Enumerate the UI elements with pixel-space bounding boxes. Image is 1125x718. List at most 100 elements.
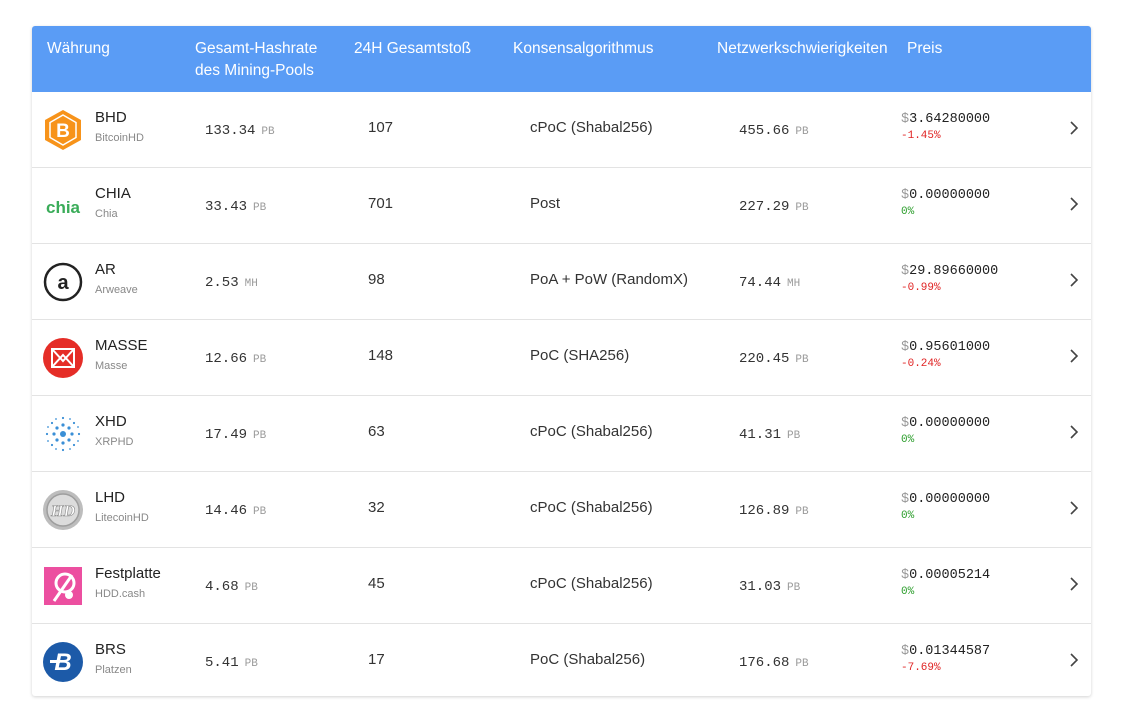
currency-symbol: AR (95, 261, 116, 278)
price-cell: $0.01344587 (901, 644, 990, 659)
currency-sign: $ (901, 492, 910, 507)
difficulty-value: 41.31 (739, 427, 782, 443)
price-cell: $0.95601000 (901, 340, 990, 355)
blocks-cell: 107 (368, 119, 394, 136)
price-value: 0.00000000 (909, 492, 991, 507)
price-cell: $0.00000000 (901, 188, 990, 203)
difficulty-cell: 126.89 PB (739, 501, 809, 519)
table-row[interactable]: MASSE Masse 12.66 PB 148 PoC (SHA256) 220… (32, 320, 1091, 396)
currency-name: XRPHD (95, 436, 134, 448)
hashrate-unit: MH (244, 278, 258, 290)
chevron-right-icon[interactable] (1066, 348, 1082, 364)
price-value: 0.95601000 (909, 340, 991, 355)
difficulty-cell: 31.03 PB (739, 577, 800, 595)
hashrate-unit: PB (261, 126, 275, 138)
blocks-cell: 148 (368, 347, 394, 364)
hddcash-logo-icon (42, 565, 84, 607)
difficulty-cell: 220.45 PB (739, 349, 809, 367)
price-change: 0% (901, 206, 915, 218)
currency-name: Platzen (95, 664, 132, 676)
difficulty-cell: 74.44 MH (739, 273, 800, 291)
blocks-cell: 63 (368, 423, 385, 440)
table-row[interactable]: B BHD BitcoinHD 133.34 PB 107 cPoC (Shaba… (32, 92, 1091, 168)
xrphd-logo-icon (42, 413, 84, 455)
currency-symbol: MASSE (95, 337, 148, 354)
hashrate-header-line2: des Mining-Pools (195, 62, 314, 79)
difficulty-unit: PB (795, 126, 809, 138)
algorithm-cell: cPoC (Shabal256) (530, 575, 653, 592)
difficulty-value: 74.44 (739, 275, 782, 291)
chevron-right-icon[interactable] (1066, 272, 1082, 288)
currency-symbol: LHD (95, 489, 126, 506)
chevron-right-icon[interactable] (1066, 652, 1082, 668)
svg-text:B: B (56, 121, 70, 142)
price-change: 0% (901, 586, 915, 598)
currency-name: BitcoinHD (95, 132, 144, 144)
chevron-right-icon[interactable] (1066, 120, 1082, 136)
table-row[interactable]: HD LHD LitecoinHD 14.46 PB 32 cPoC (Shaba… (32, 472, 1091, 548)
table-row[interactable]: XHD XRPHD 17.49 PB 63 cPoC (Shabal256) 41… (32, 396, 1091, 472)
chevron-right-icon[interactable] (1066, 424, 1082, 440)
price-cell: $29.89660000 (901, 264, 998, 279)
blocks-cell: 701 (368, 195, 394, 212)
difficulty-value: 176.68 (739, 655, 790, 671)
svg-text:HD: HD (50, 503, 75, 520)
column-header-blocks[interactable]: 24H Gesamtstoß (354, 38, 471, 60)
currency-sign: $ (901, 264, 910, 279)
price-value: 29.89660000 (909, 264, 999, 279)
price-value: 0.00000000 (909, 188, 991, 203)
algorithm-cell: Post (530, 195, 561, 212)
table-row[interactable]: a AR Arweave 2.53 MH 98 PoA + PoW (Random… (32, 244, 1091, 320)
mining-pool-table: Währung Gesamt-Hashrate des Mining-Pools… (32, 26, 1091, 696)
litecoinhd-logo-icon: HD (42, 489, 84, 531)
chevron-right-icon[interactable] (1066, 196, 1082, 212)
difficulty-value: 220.45 (739, 351, 790, 367)
table-row[interactable]: Festplatte HDD.cash 4.68 PB 45 cPoC (Shab… (32, 548, 1091, 624)
hashrate-unit: PB (253, 506, 267, 518)
column-header-price[interactable]: Preis (907, 38, 942, 60)
column-header-difficulty[interactable]: Netzwerkschwierigkeiten (717, 38, 888, 60)
bitcoinhd-logo-icon: B (42, 109, 84, 151)
hashrate-value: 133.34 (205, 123, 256, 139)
column-header-algorithm[interactable]: Konsensalgorithmus (513, 38, 653, 60)
price-change: 0% (901, 434, 915, 446)
algorithm-cell: PoC (Shabal256) (530, 651, 646, 668)
currency-sign: $ (901, 568, 910, 583)
currency-symbol: Festplatte (95, 565, 161, 582)
price-change: -0.99% (901, 282, 941, 294)
hashrate-cell: 2.53 MH (205, 273, 258, 291)
chevron-right-icon[interactable] (1066, 576, 1082, 592)
table-row[interactable]: chia CHIA Chia 33.43 PB 701 Post 227.29 PB… (32, 168, 1091, 244)
hashrate-cell: 33.43 PB (205, 197, 266, 215)
hashrate-cell: 133.34 PB (205, 121, 275, 139)
difficulty-unit: PB (795, 354, 809, 366)
price-change: -0.24% (901, 358, 941, 370)
hashrate-value: 17.49 (205, 427, 248, 443)
blocks-cell: 98 (368, 271, 385, 288)
algorithm-cell: PoA + PoW (RandomX) (530, 271, 688, 288)
blocks-cell: 17 (368, 651, 385, 668)
hashrate-cell: 5.41 PB (205, 653, 258, 671)
currency-sign: $ (901, 188, 910, 203)
chevron-right-icon[interactable] (1066, 500, 1082, 516)
difficulty-unit: PB (795, 658, 809, 670)
difficulty-value: 227.29 (739, 199, 790, 215)
table-header: Währung Gesamt-Hashrate des Mining-Pools… (32, 26, 1091, 92)
blocks-cell: 32 (368, 499, 385, 516)
price-value: 0.00005214 (909, 568, 991, 583)
difficulty-cell: 176.68 PB (739, 653, 809, 671)
hashrate-unit: PB (244, 658, 258, 670)
currency-symbol: BHD (95, 109, 127, 126)
table-row[interactable]: B BRS Platzen 5.41 PB 17 PoC (Shabal256) … (32, 624, 1091, 696)
difficulty-value: 455.66 (739, 123, 790, 139)
price-change: -7.69% (901, 662, 941, 674)
hashrate-unit: PB (253, 430, 267, 442)
column-header-hashrate[interactable]: Gesamt-Hashrate des Mining-Pools (195, 38, 317, 82)
currency-name: Chia (95, 208, 118, 220)
difficulty-cell: 41.31 PB (739, 425, 800, 443)
currency-name: Masse (95, 360, 128, 372)
difficulty-unit: PB (787, 582, 801, 594)
price-value: 0.01344587 (909, 644, 991, 659)
column-header-currency[interactable]: Währung (47, 38, 110, 60)
hashrate-header-line1: Gesamt-Hashrate (195, 40, 318, 57)
